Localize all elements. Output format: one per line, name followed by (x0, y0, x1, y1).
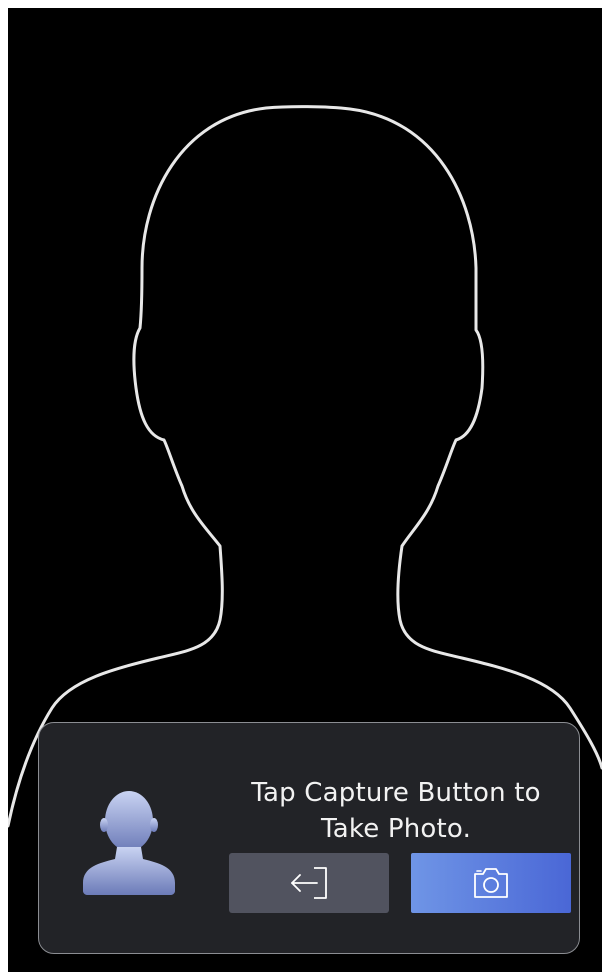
capture-prompt-panel: Tap Capture Button to Take Photo. (38, 722, 580, 954)
camera-icon (474, 868, 508, 898)
instruction-line-1: Tap Capture Button to (251, 778, 541, 808)
back-button[interactable] (229, 853, 389, 913)
capture-screen: Tap Capture Button to Take Photo. (8, 8, 602, 972)
person-avatar-icon (83, 791, 175, 895)
capture-button[interactable] (411, 853, 571, 913)
exit-arrow-icon (291, 867, 327, 899)
capture-instruction-text: Tap Capture Button to Take Photo. (231, 775, 561, 847)
instruction-line-2: Take Photo. (320, 814, 472, 844)
